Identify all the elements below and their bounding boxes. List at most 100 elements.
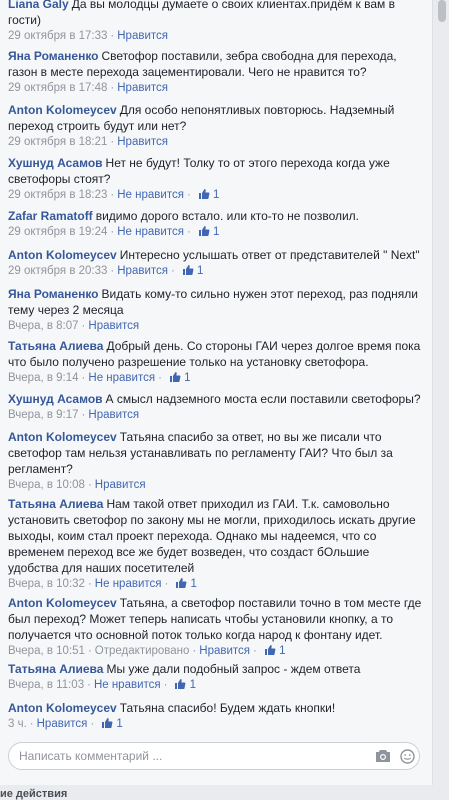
- comment-date[interactable]: Вчера, в 9:17: [8, 409, 79, 421]
- comment-meta: 29 октября в 18:23 · Не нравится · 1: [8, 187, 220, 203]
- comment-author[interactable]: Татьяна Алиева: [8, 339, 103, 353]
- comment-meta: 29 октября в 17:48 · Нравится: [8, 82, 168, 94]
- comment-meta: 29 октября в 18:21 · Нравится: [8, 136, 168, 148]
- comment-composer[interactable]: [8, 742, 420, 770]
- like-count[interactable]: 1: [198, 224, 220, 240]
- like-count[interactable]: 1: [101, 716, 123, 732]
- comment-author[interactable]: Татьяна Алиева: [8, 662, 103, 676]
- like-count-value: 1: [197, 265, 204, 277]
- unlike-button[interactable]: Не нравится: [88, 372, 155, 384]
- comment-meta: Вчера, в 10:51 · Отредактировано · Нравится ·…: [8, 643, 286, 659]
- comment: Яна Романенко Светофор поставили, зебра с…: [8, 48, 423, 96]
- comment-meta: Вчера, в 8:07 · Нравится: [8, 320, 140, 332]
- comment-date[interactable]: 29 октября в 17:48: [8, 82, 107, 94]
- comment-author[interactable]: Anton Kolomeycev: [8, 103, 117, 117]
- comment-meta: Вчера, в 9:14 · Не нравится · 1: [8, 370, 191, 386]
- comment: Татьяна Алиева Мы уже дали подобный запро…: [8, 661, 423, 693]
- comment-date[interactable]: Вчера, в 10:51: [8, 645, 85, 657]
- like-count[interactable]: 1: [182, 263, 204, 279]
- comment: Яна Романенко Видать кому-то сильно нужен…: [8, 286, 423, 334]
- comment-date[interactable]: 29 октября в 18:21: [8, 136, 107, 148]
- like-button[interactable]: Нравится: [37, 718, 88, 730]
- unlike-button[interactable]: Не нравится: [117, 226, 184, 238]
- comment-author[interactable]: Яна Романенко: [8, 287, 99, 301]
- like-button[interactable]: Нравится: [88, 409, 139, 421]
- comment-text: Мы уже дали подобный запрос - ждем ответ…: [106, 662, 361, 676]
- comment-author[interactable]: Zafar Ramatoff: [8, 209, 93, 223]
- scrollbar-thumb[interactable]: [438, 0, 446, 22]
- comments-panel: Liana Galy Да вы молодцы думаете о своих …: [0, 0, 433, 785]
- comment-author[interactable]: Anton Kolomeycev: [8, 701, 117, 715]
- comment-text: Татьяна спасибо! Будем ждать кнопки!: [119, 701, 336, 715]
- comment: Anton Kolomeycev Татьяна спасибо! Будем ж…: [8, 700, 423, 732]
- like-count-value: 1: [184, 372, 191, 384]
- comment: Anton Kolomeycev Татьяна спасибо за ответ…: [8, 429, 423, 493]
- comment-meta: 29 октября в 19:24 · Не нравится · 1: [8, 224, 220, 240]
- comment-meta: Вчера, в 10:32 · Не нравится · 1: [8, 576, 197, 592]
- comment-author[interactable]: Anton Kolomeycev: [8, 430, 117, 444]
- comment-date[interactable]: 29 октября в 20:33: [8, 265, 107, 277]
- like-count-value: 1: [279, 645, 286, 657]
- comment: Anton Kolomeycev Для особо непонятливых п…: [8, 102, 423, 150]
- like-button[interactable]: Нравится: [117, 30, 168, 42]
- unlike-button[interactable]: Не нравится: [94, 679, 161, 691]
- comment-meta: Вчера, в 9:17 · Нравится: [8, 409, 140, 421]
- edited-label[interactable]: Отредактировано: [95, 645, 190, 657]
- comment-text: видимо дорого встало. или кто-то не позв…: [95, 209, 360, 223]
- like-count[interactable]: 1: [264, 643, 286, 659]
- like-count-value: 1: [189, 679, 197, 691]
- like-count[interactable]: 1: [175, 576, 197, 592]
- thumbs-up-icon: [264, 645, 276, 655]
- unlike-button[interactable]: Не нравится: [95, 578, 162, 590]
- like-count[interactable]: 1: [198, 187, 220, 203]
- comment-date[interactable]: Вчера, в 9:14: [8, 372, 79, 384]
- comment-author[interactable]: Anton Kolomeycev: [8, 596, 117, 610]
- comment-author[interactable]: Татьяна Алиева: [8, 497, 103, 511]
- comment-meta: Вчера, в 11:03 · Не нравится · 1: [8, 677, 197, 693]
- comment-date[interactable]: 29 октября в 19:24: [8, 226, 107, 238]
- comment-author[interactable]: Хушнуд Асамов: [8, 156, 103, 170]
- camera-icon[interactable]: [375, 749, 391, 763]
- comment: Хушнуд Асамов А смысл надземного моста ес…: [8, 391, 423, 423]
- comment-author[interactable]: Яна Романенко: [8, 49, 99, 63]
- comment-date[interactable]: Вчера, в 10:08: [8, 479, 85, 491]
- like-count-value: 1: [212, 226, 220, 238]
- comment-author[interactable]: Хушнуд Асамов: [8, 392, 103, 406]
- thumbs-up-icon: [176, 578, 187, 588]
- comment-date[interactable]: Вчера, в 10:32: [8, 578, 85, 590]
- comment: Татьяна Алиева Нам такой ответ приходил и…: [8, 496, 423, 592]
- comment-author[interactable]: Anton Kolomeycev: [8, 248, 117, 262]
- comment-meta: 3 ч. · Нравится · 1: [8, 716, 123, 732]
- like-button[interactable]: Нравится: [95, 479, 146, 491]
- thumbs-up-icon: [102, 718, 113, 728]
- scrollbar[interactable]: [433, 0, 449, 785]
- thumbs-up-icon: [175, 679, 186, 689]
- thumbs-up-icon: [182, 265, 194, 275]
- like-count-value: 1: [212, 189, 220, 201]
- comment-date[interactable]: 29 октября в 18:23: [8, 189, 107, 201]
- like-button[interactable]: Нравится: [199, 645, 250, 657]
- comment: Anton Kolomeycev Интересно услышать ответ…: [8, 247, 423, 279]
- comment-date[interactable]: 3 ч.: [8, 718, 27, 730]
- like-button[interactable]: Нравится: [117, 82, 168, 94]
- comment-meta: 29 октября в 20:33 · Нравится · 1: [8, 263, 204, 279]
- comment-author[interactable]: Liana Galy: [8, 0, 69, 11]
- like-count[interactable]: 1: [169, 370, 191, 386]
- like-count-value: 1: [190, 578, 197, 590]
- like-button[interactable]: Нравится: [117, 265, 168, 277]
- comment-date[interactable]: Вчера, в 8:07: [8, 320, 79, 332]
- unlike-button[interactable]: Не нравится: [117, 189, 184, 201]
- comment-date[interactable]: 29 октября в 17:33: [8, 30, 107, 42]
- comment-meta: Вчера, в 10:08 · Нравится: [8, 479, 146, 491]
- comment-text: Интересно услышать ответ от представител…: [119, 248, 420, 262]
- like-button[interactable]: Нравится: [88, 320, 139, 332]
- more-actions-link[interactable]: ие действия: [0, 788, 67, 800]
- smile-icon[interactable]: [400, 749, 415, 764]
- comment-date[interactable]: Вчера, в 11:03: [8, 679, 84, 691]
- like-count[interactable]: 1: [174, 677, 196, 693]
- comment: Liana Galy Да вы молодцы думаете о своих …: [8, 0, 423, 44]
- thumbs-up-icon: [198, 226, 210, 236]
- comment: Anton Kolomeycev Татьяна, а светофор пост…: [8, 595, 423, 659]
- like-button[interactable]: Нравится: [117, 136, 168, 148]
- comment-input[interactable]: [19, 748, 359, 764]
